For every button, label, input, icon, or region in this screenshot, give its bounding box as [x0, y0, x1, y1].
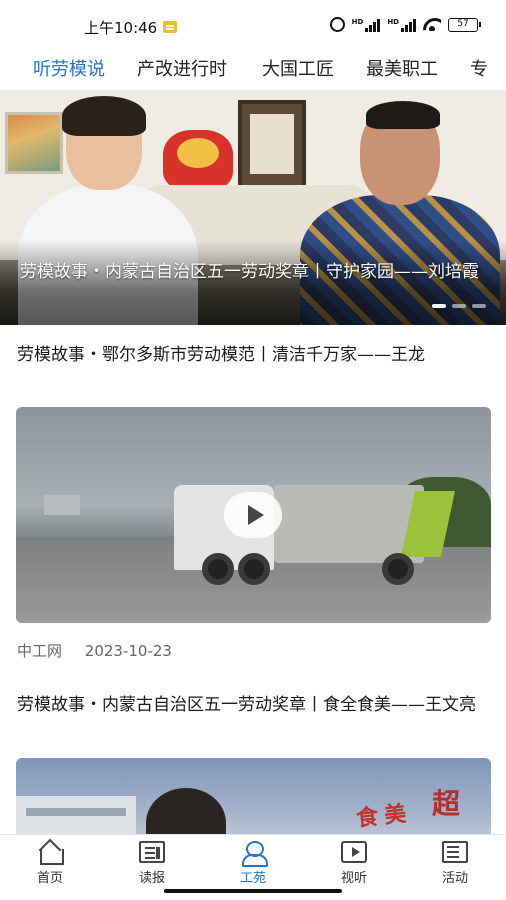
article-source: 中工网 — [17, 642, 63, 660]
wifi-icon — [423, 18, 441, 31]
status-bar: 上午10:46 HD HD 57 — [0, 0, 506, 50]
home-icon — [37, 841, 64, 865]
article-video-thumbnail[interactable] — [16, 407, 491, 623]
alarm-icon — [329, 17, 345, 32]
banner-carousel[interactable]: 劳模故事・内蒙古自治区五一劳动奖章丨守护家园——刘培霞 — [0, 90, 506, 325]
banner-caption: 劳模故事・内蒙古自治区五一劳动奖章丨守护家园——刘培霞 — [20, 262, 479, 282]
carousel-dot — [472, 304, 486, 308]
newspaper-icon — [139, 841, 165, 863]
category-tabs: 听劳模说 产改进行时 大国工匠 最美职工 专 — [0, 50, 506, 88]
nav-workers-garden[interactable]: 工苑 — [218, 841, 288, 886]
nav-home[interactable]: 首页 — [15, 841, 85, 886]
article-date: 2023-10-23 — [84, 642, 172, 660]
carousel-indicator — [432, 304, 486, 308]
article-title[interactable]: 劳模故事・鄂尔多斯市劳动模范丨清洁千万家——王龙 — [17, 342, 487, 368]
tab-best-workers[interactable]: 最美职工 — [366, 55, 438, 81]
hd-signal-icon: HD — [352, 18, 381, 32]
tab-reform-progress[interactable]: 产改进行时 — [137, 55, 227, 81]
nav-newspaper[interactable]: 读报 — [117, 841, 187, 886]
status-time: 上午10:46 — [84, 19, 158, 37]
nav-audio-video[interactable]: 视听 — [319, 841, 389, 886]
tab-great-craftsmen[interactable]: 大国工匠 — [262, 55, 334, 81]
message-icon — [163, 21, 177, 33]
status-icons: HD HD 57 — [329, 17, 481, 32]
video-icon — [341, 841, 367, 863]
carousel-dot — [452, 304, 466, 308]
worker-icon — [240, 841, 268, 867]
battery-icon: 57 — [448, 17, 481, 32]
banner-picture-frame — [238, 100, 306, 192]
article-meta: 中工网 2023-10-23 — [17, 640, 190, 661]
hd-signal-icon: HD — [387, 18, 416, 32]
activity-icon — [442, 841, 468, 863]
tab-more[interactable]: 专 — [470, 55, 488, 81]
carousel-dot-active — [432, 304, 446, 308]
play-icon[interactable] — [224, 492, 282, 538]
storefront-sign-image: 食美 — [355, 801, 414, 832]
home-indicator[interactable] — [164, 889, 342, 893]
tab-listen-model-workers[interactable]: 听劳模说 — [33, 55, 105, 81]
article-title[interactable]: 劳模故事・内蒙古自治区五一劳动奖章丨食全食美——王文亮 — [17, 692, 487, 718]
nav-activities[interactable]: 活动 — [420, 841, 490, 886]
